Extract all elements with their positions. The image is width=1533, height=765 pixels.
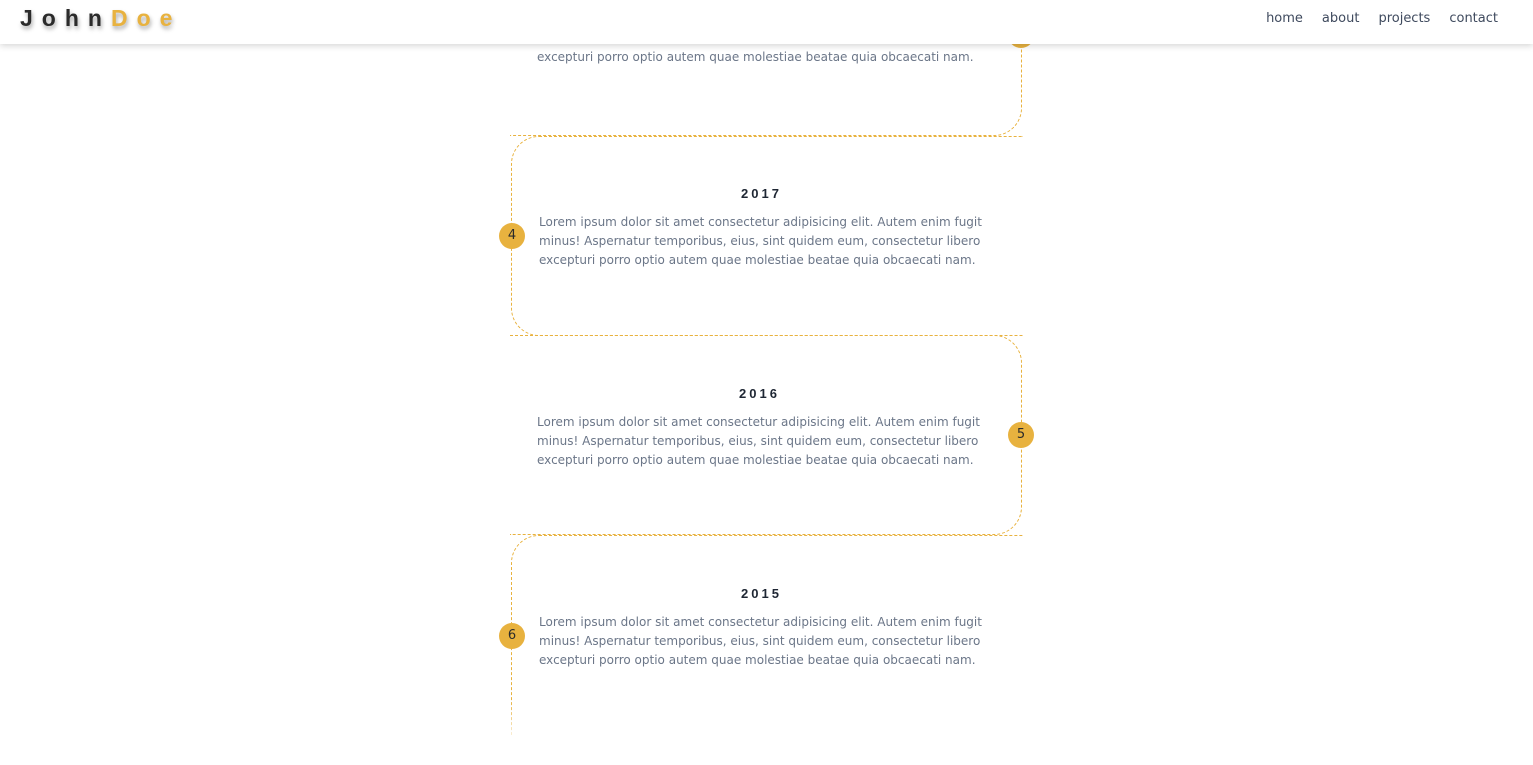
timeline-entry: excepturi porro optio autem quae molesti… [537,48,982,67]
nav-link-projects[interactable]: projects [1378,10,1430,28]
entry-description: excepturi porro optio autem quae molesti… [537,50,974,64]
nav-link-contact[interactable]: contact [1449,10,1498,28]
timeline: excepturi porro optio autem quae molesti… [0,0,1533,765]
logo-last-name: Doe [110,5,182,31]
entry-year: 2017 [741,186,782,201]
timeline-fade [500,700,560,765]
timeline-bubble: 4 [499,223,525,249]
entry-description: Lorem ipsum dolor sit amet consectetur a… [537,415,980,467]
navbar: JohnDoe home about projects contact [0,0,1533,44]
nav-link-about[interactable]: about [1322,10,1360,28]
timeline-entry: 2015 Lorem ipsum dolor sit amet consecte… [539,586,984,670]
entry-description: Lorem ipsum dolor sit amet consectetur a… [539,215,982,267]
nav-link-home[interactable]: home [1266,10,1303,28]
timeline-bubble: 6 [499,623,525,649]
entry-year: 2016 [739,386,780,401]
logo-first-name: John [20,5,111,31]
timeline-entry: 2017 Lorem ipsum dolor sit amet consecte… [539,186,984,270]
nav-menu: home about projects contact [1266,10,1498,28]
timeline-bubble: 5 [1008,422,1034,448]
entry-description: Lorem ipsum dolor sit amet consectetur a… [539,615,982,667]
timeline-entry: 2016 Lorem ipsum dolor sit amet consecte… [537,386,982,470]
entry-year: 2015 [741,586,782,601]
logo[interactable]: JohnDoe [20,4,181,32]
